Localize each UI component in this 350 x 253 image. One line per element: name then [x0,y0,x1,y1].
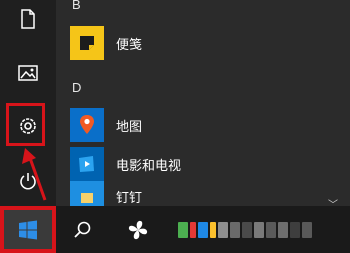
app-label: 钉钉 [116,191,143,206]
section-letter-d[interactable]: D [72,80,81,95]
app-item-dingtalk[interactable]: 钉钉 [70,181,330,206]
start-menu-rail [0,0,56,206]
windows-logo-icon [19,220,37,239]
app-label: 地图 [116,119,143,135]
start-button[interactable] [0,206,56,253]
app-label: 便笺 [116,37,143,53]
section-letter-b[interactable]: B [72,0,81,12]
app-list: B 便笺 D 地图 电影和电视 钉钉 [56,0,350,211]
pinwheel-app-button[interactable] [116,206,160,253]
dingtalk-icon [70,181,104,206]
search-button[interactable] [60,206,104,253]
maps-icon [70,108,104,142]
app-item-movies-tv[interactable]: 电影和电视 [70,144,330,184]
documents-icon [21,9,35,29]
settings-highlight-box [6,103,45,146]
sticky-notes-icon [70,26,104,60]
app-label: 电影和电视 [116,158,182,174]
app-item-sticky-notes[interactable]: 便笺 [70,23,330,63]
power-button[interactable] [8,163,48,199]
documents-button[interactable] [8,1,48,37]
search-icon [74,221,91,238]
movies-tv-icon [70,147,104,181]
taskbar [0,206,350,253]
pictures-button[interactable] [8,55,48,91]
pictures-icon [18,65,38,81]
pinned-apps-blurred[interactable] [178,222,312,238]
app-item-maps[interactable]: 地图 [70,105,330,145]
start-menu-screen: B 便笺 D 地图 电影和电视 钉钉 [0,0,350,253]
pinwheel-app-icon [128,220,148,239]
power-icon [20,173,36,190]
